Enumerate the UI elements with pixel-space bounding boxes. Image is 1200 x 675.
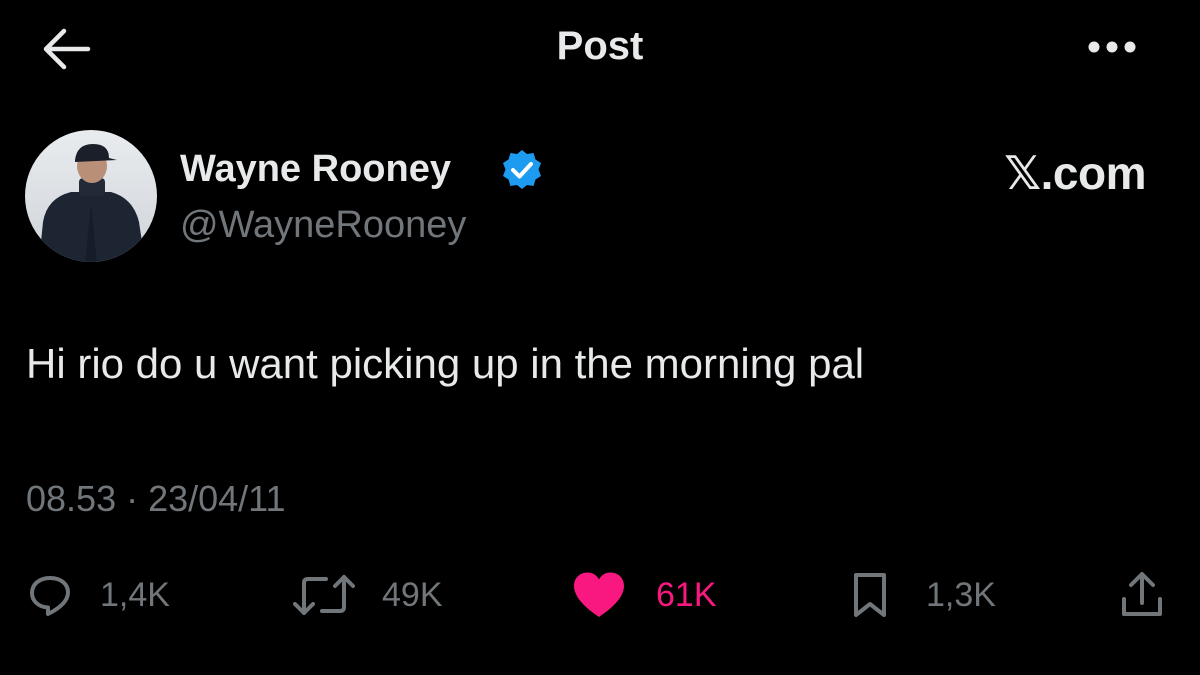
reply-button[interactable]: 1,4K (26, 570, 170, 620)
more-options-button[interactable] (1082, 32, 1142, 62)
bookmark-count: 1,3K (926, 575, 996, 614)
profile-photo (25, 130, 157, 262)
repost-icon (293, 575, 355, 615)
heart-icon (574, 572, 624, 617)
avatar[interactable] (25, 130, 157, 262)
reply-count: 1,4K (100, 575, 170, 614)
verified-badge-icon (503, 150, 541, 189)
post-timestamp[interactable]: 08.53 · 23/04/11 (26, 478, 286, 520)
bookmark-icon (854, 573, 886, 617)
post-detail-screen: Post Wayne Rooney @WayneRooney 𝕏.com Hi … (0, 0, 1200, 675)
brand-watermark: 𝕏.com (1004, 147, 1146, 199)
more-horizontal-icon (1088, 41, 1136, 53)
author-handle[interactable]: @WayneRooney (180, 204, 466, 247)
repost-button[interactable]: 49K (292, 570, 443, 620)
page-title: Post (556, 24, 644, 68)
like-button[interactable]: 61K (572, 570, 717, 620)
bookmark-button[interactable]: 1,3K (846, 570, 996, 620)
top-bar: Post (0, 0, 1200, 96)
share-icon (1122, 572, 1162, 616)
share-button[interactable] (1116, 570, 1168, 620)
post-text: Hi rio do u want picking up in the morni… (26, 340, 865, 387)
repost-count: 49K (382, 575, 443, 614)
author-name[interactable]: Wayne Rooney (180, 148, 451, 191)
comment-icon (30, 576, 70, 616)
like-count: 61K (656, 575, 717, 614)
